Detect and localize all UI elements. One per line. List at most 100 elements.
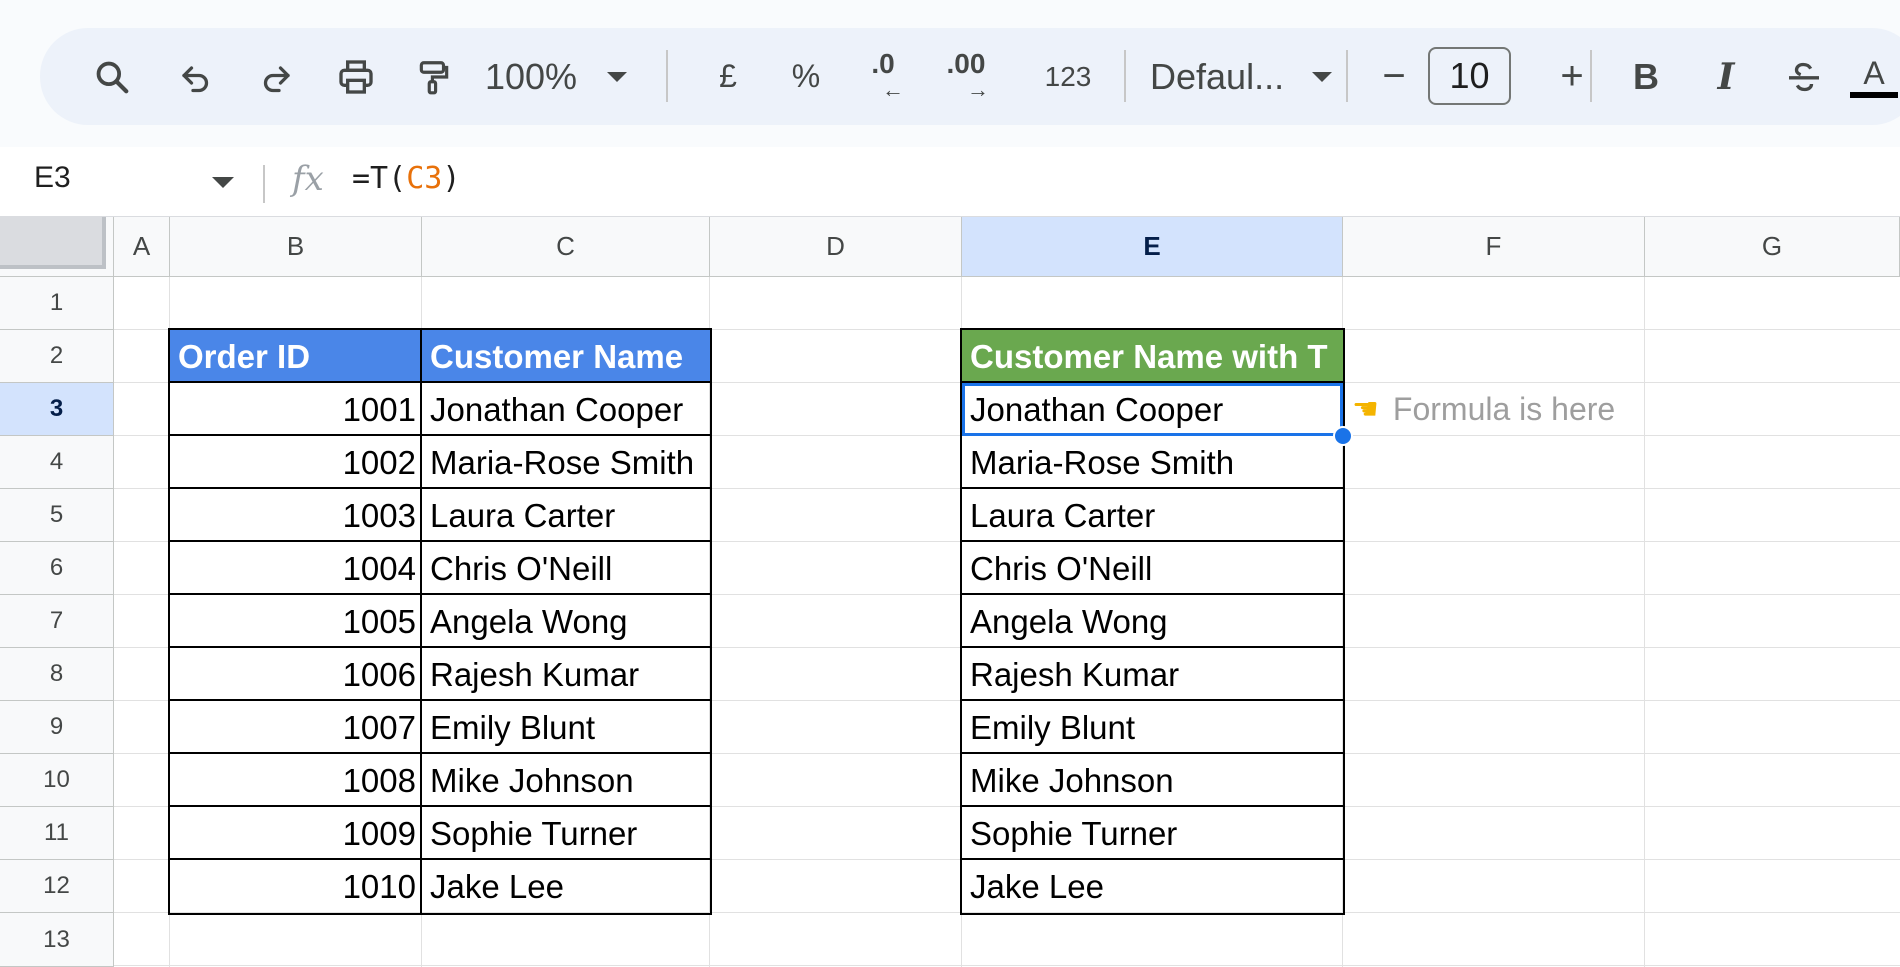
- chevron-down-icon[interactable]: [212, 177, 234, 188]
- table-border: [960, 752, 1345, 754]
- cell-b3[interactable]: 1001: [170, 383, 422, 436]
- search-icon[interactable]: [84, 28, 140, 125]
- column-header-g[interactable]: G: [1645, 217, 1900, 277]
- column-header-e[interactable]: E: [962, 217, 1343, 277]
- toolbar: 100% £ % .0 ← .00 → 123 Defaul... − + B …: [40, 28, 1900, 125]
- table-border: [168, 805, 712, 807]
- cell-c5[interactable]: Laura Carter: [422, 489, 710, 542]
- color-swatch: [1850, 91, 1898, 98]
- row-header-2[interactable]: 2: [0, 330, 114, 383]
- cell-e12[interactable]: Jake Lee: [962, 860, 1343, 913]
- table-border: [960, 434, 1345, 436]
- font-size-input[interactable]: 10: [1428, 47, 1511, 105]
- cell-e7[interactable]: Angela Wong: [962, 595, 1343, 648]
- row-header-8[interactable]: 8: [0, 648, 114, 701]
- cell-c4[interactable]: Maria-Rose Smith: [422, 436, 710, 489]
- strikethrough-icon[interactable]: [1776, 28, 1832, 125]
- cell-c10[interactable]: Mike Johnson: [422, 754, 710, 807]
- row-header-10[interactable]: 10: [0, 754, 114, 807]
- print-icon[interactable]: [326, 28, 386, 125]
- table-border: [960, 858, 1345, 860]
- spreadsheet-grid[interactable]: A B C D E F G 1 2 3 4 5 6 7 8 9 10 11 12…: [0, 217, 1900, 967]
- row-header-1[interactable]: 1: [0, 277, 114, 330]
- text-color-button[interactable]: A: [1846, 28, 1900, 125]
- cell-e8[interactable]: Rajesh Kumar: [962, 648, 1343, 701]
- row-header-7[interactable]: 7: [0, 595, 114, 648]
- row-header-13[interactable]: 13: [0, 913, 114, 967]
- formula-input[interactable]: =T(C3): [352, 161, 460, 196]
- increase-decimals-button[interactable]: .00 →: [926, 28, 1006, 125]
- row-header-9[interactable]: 9: [0, 701, 114, 754]
- toolbar-divider: [666, 50, 668, 102]
- cell-b2[interactable]: Order ID: [170, 330, 422, 383]
- cell-b10[interactable]: 1008: [170, 754, 422, 807]
- cell-b8[interactable]: 1006: [170, 648, 422, 701]
- name-box[interactable]: E3: [34, 161, 71, 195]
- cell-c7[interactable]: Angela Wong: [422, 595, 710, 648]
- redo-icon[interactable]: [248, 28, 304, 125]
- column-header-b[interactable]: B: [170, 217, 422, 277]
- cell-c11[interactable]: Sophie Turner: [422, 807, 710, 860]
- table-border: [168, 858, 712, 860]
- fill-handle[interactable]: [1333, 426, 1353, 446]
- table-border: [168, 699, 712, 701]
- formula-note: ☚ Formula is here: [1352, 383, 1615, 436]
- formula-bar: E3 fx =T(C3): [0, 147, 1900, 217]
- gridline: [114, 965, 1900, 966]
- table-border: [168, 752, 712, 754]
- percent-button[interactable]: %: [778, 28, 834, 125]
- number-format-button[interactable]: 123: [1030, 28, 1106, 125]
- table-border: [960, 646, 1345, 648]
- cell-b6[interactable]: 1004: [170, 542, 422, 595]
- cell-c12[interactable]: Jake Lee: [422, 860, 710, 913]
- zoom-value: 100%: [484, 55, 578, 97]
- toolbar-area: 100% £ % .0 ← .00 → 123 Defaul... − + B …: [0, 0, 1900, 147]
- bold-button[interactable]: B: [1618, 28, 1674, 125]
- column-header-d[interactable]: D: [710, 217, 962, 277]
- row-header-12[interactable]: 12: [0, 860, 114, 913]
- italic-button[interactable]: I: [1698, 28, 1754, 125]
- cell-b12[interactable]: 1010: [170, 860, 422, 913]
- cell-c6[interactable]: Chris O'Neill: [422, 542, 710, 595]
- decrease-font-size-button[interactable]: −: [1366, 28, 1422, 125]
- cell-b11[interactable]: 1009: [170, 807, 422, 860]
- select-all-corner[interactable]: [0, 217, 114, 277]
- table-border: [960, 487, 1345, 489]
- column-header-c[interactable]: C: [422, 217, 710, 277]
- column-header-a[interactable]: A: [114, 217, 170, 277]
- cell-e10[interactable]: Mike Johnson: [962, 754, 1343, 807]
- cell-e4[interactable]: Maria-Rose Smith: [962, 436, 1343, 489]
- row-header-6[interactable]: 6: [0, 542, 114, 595]
- toolbar-divider: [1124, 50, 1126, 102]
- cell-e6[interactable]: Chris O'Neill: [962, 542, 1343, 595]
- cell-e3[interactable]: Jonathan Cooper: [962, 383, 1343, 436]
- row-header-5[interactable]: 5: [0, 489, 114, 542]
- cell-c3[interactable]: Jonathan Cooper: [422, 383, 710, 436]
- font-select[interactable]: Defaul...: [1150, 28, 1350, 125]
- decrease-decimals-button[interactable]: .0 ←: [848, 28, 918, 125]
- cell-c9[interactable]: Emily Blunt: [422, 701, 710, 754]
- cell-e9[interactable]: Emily Blunt: [962, 701, 1343, 754]
- currency-button[interactable]: £: [700, 28, 756, 125]
- formula-bar-divider: [263, 165, 265, 203]
- cell-e5[interactable]: Laura Carter: [962, 489, 1343, 542]
- cell-e2[interactable]: Customer Name with T: [962, 330, 1343, 383]
- cell-e11[interactable]: Sophie Turner: [962, 807, 1343, 860]
- cell-c8[interactable]: Rajesh Kumar: [422, 648, 710, 701]
- chevron-down-icon: [607, 71, 628, 82]
- paint-format-icon[interactable]: [406, 28, 462, 125]
- cell-c2[interactable]: Customer Name: [422, 330, 710, 383]
- cell-b9[interactable]: 1007: [170, 701, 422, 754]
- column-header-f[interactable]: F: [1343, 217, 1645, 277]
- zoom-select[interactable]: 100%: [484, 28, 628, 125]
- row-header-4[interactable]: 4: [0, 436, 114, 489]
- row-header-11[interactable]: 11: [0, 807, 114, 860]
- undo-icon[interactable]: [168, 28, 224, 125]
- cell-b7[interactable]: 1005: [170, 595, 422, 648]
- toolbar-divider: [1590, 50, 1592, 102]
- cell-b4[interactable]: 1002: [170, 436, 422, 489]
- row-header-3[interactable]: 3: [0, 383, 114, 436]
- note-text: Formula is here: [1392, 391, 1616, 427]
- table-border: [960, 593, 1345, 595]
- cell-b5[interactable]: 1003: [170, 489, 422, 542]
